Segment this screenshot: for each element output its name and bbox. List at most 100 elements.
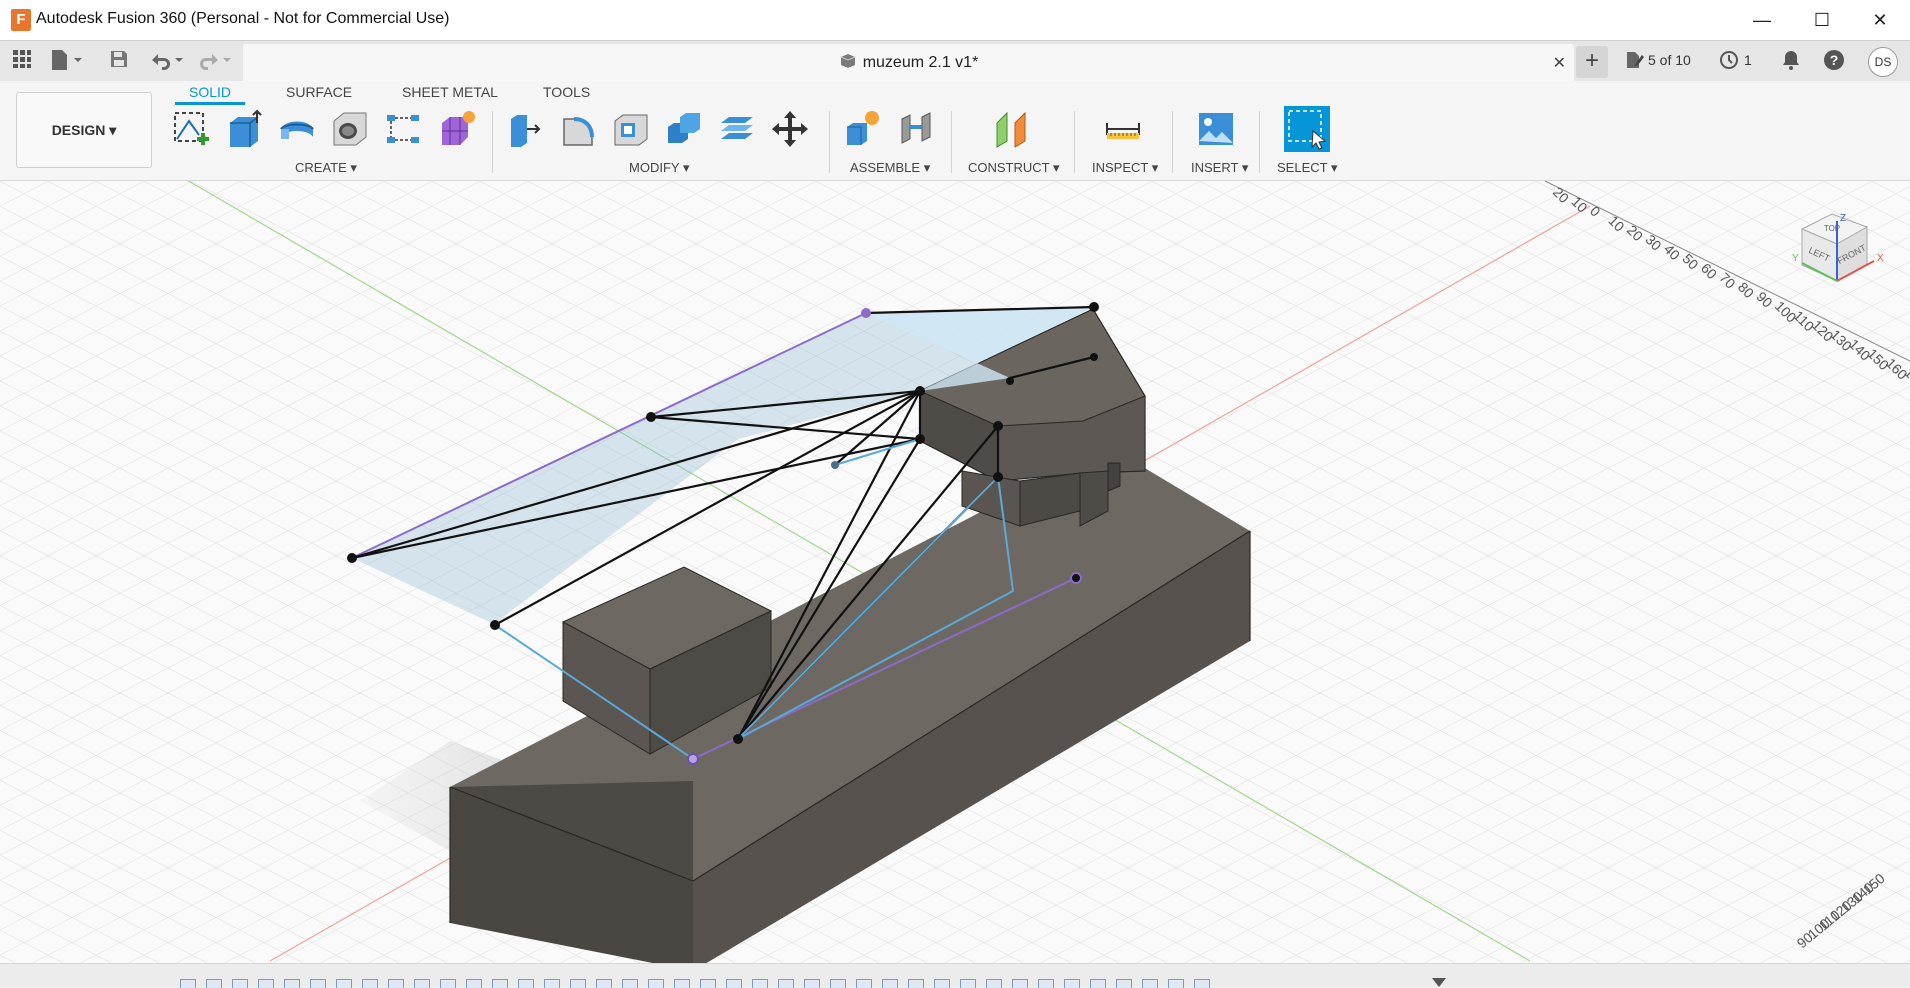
revolve-icon[interactable] (277, 109, 317, 149)
tab-tools[interactable]: TOOLS (543, 84, 590, 100)
svg-text:?: ? (1830, 52, 1839, 68)
timeline-feature-icon[interactable] (1038, 979, 1054, 988)
save-icon[interactable] (108, 49, 130, 73)
timeline-feature-icon[interactable] (570, 979, 586, 988)
insert-group-label[interactable]: INSERT ▾ (1191, 160, 1248, 176)
separator (1172, 111, 1173, 173)
timeline-feature-icon[interactable] (700, 979, 716, 988)
offset-face-icon[interactable] (717, 109, 757, 149)
timeline-feature-icon[interactable] (1064, 979, 1080, 988)
fillet-icon[interactable] (558, 109, 598, 149)
tab-surface[interactable]: SURFACE (286, 84, 352, 100)
title-bar: F Autodesk Fusion 360 (Personal - Not fo… (0, 0, 1910, 40)
assemble-group-label[interactable]: ASSEMBLE ▾ (850, 160, 930, 176)
history-timeline[interactable] (0, 963, 1910, 988)
timeline-feature-icon[interactable] (752, 979, 768, 988)
timeline-feature-icon[interactable] (856, 979, 872, 988)
timeline-feature-icon[interactable] (1142, 979, 1158, 988)
timeline-feature-icon[interactable] (674, 979, 690, 988)
tab-sheet-metal[interactable]: SHEET METAL (402, 84, 498, 100)
timeline-feature-icon[interactable] (388, 979, 404, 988)
timeline-feature-icon[interactable] (492, 979, 508, 988)
select-group-label[interactable]: SELECT ▾ (1277, 160, 1337, 176)
press-pull-icon[interactable] (505, 109, 545, 149)
timeline-feature-icon[interactable] (310, 979, 326, 988)
notifications-bell-icon[interactable] (1780, 49, 1802, 73)
timeline-feature-icon[interactable] (544, 979, 560, 988)
timeline-feature-icon[interactable] (414, 979, 430, 988)
timeline-feature-icon[interactable] (180, 979, 196, 988)
timeline-feature-icon[interactable] (1116, 979, 1132, 988)
new-tab-button[interactable]: + (1576, 46, 1608, 78)
timeline-feature-icon[interactable] (934, 979, 950, 988)
combine-icon[interactable] (664, 109, 704, 149)
move-copy-icon[interactable] (770, 109, 810, 149)
document-title: muzeum 2.1 v1* (243, 53, 1574, 72)
timeline-feature-icon[interactable] (336, 979, 352, 988)
timeline-feature-icon[interactable] (986, 979, 1002, 988)
help-icon[interactable]: ? (1822, 49, 1846, 73)
canvas-scene[interactable]: 2010010203040506070809010011012013014015… (0, 181, 1910, 963)
insert-image-icon[interactable] (1196, 109, 1236, 149)
window-title: Autodesk Fusion 360 (Personal - Not for … (36, 10, 450, 27)
timeline-feature-icon[interactable] (284, 979, 300, 988)
timeline-feature-icon[interactable] (882, 979, 898, 988)
document-tab[interactable]: muzeum 2.1 v1* ✕ (243, 44, 1574, 82)
timeline-feature-icon[interactable] (466, 979, 482, 988)
timeline-feature-icon[interactable] (1194, 979, 1210, 988)
create-group-label[interactable]: CREATE ▾ (295, 160, 357, 176)
hole-icon[interactable] (330, 109, 370, 149)
maximize-button[interactable]: ☐ (1795, 0, 1849, 40)
timeline-feature-icon[interactable] (440, 979, 456, 988)
job-count: 1 (1744, 52, 1752, 68)
timeline-feature-icon[interactable] (258, 979, 274, 988)
timeline-feature-icon[interactable] (778, 979, 794, 988)
extrude-icon[interactable] (224, 109, 264, 149)
inspect-group-label[interactable]: INSPECT ▾ (1092, 160, 1158, 176)
joint-icon[interactable] (896, 109, 936, 149)
construct-group-label[interactable]: CONSTRUCT ▾ (968, 160, 1060, 176)
timeline-feature-icon[interactable] (726, 979, 742, 988)
timeline-feature-icon[interactable] (648, 979, 664, 988)
pattern-icon[interactable] (383, 109, 423, 149)
version-history-icon[interactable] (1624, 49, 1646, 73)
timeline-feature-icon[interactable] (596, 979, 612, 988)
separator (951, 111, 952, 173)
timeline-feature-icon[interactable] (1168, 979, 1184, 988)
timeline-feature-icon[interactable] (960, 979, 976, 988)
ribbon-toolbar: DESIGN ▾ SOLID SURFACE SHEET METAL TOOLS… (0, 81, 1910, 181)
timeline-feature-icon[interactable] (830, 979, 846, 988)
user-avatar[interactable]: DS (1868, 47, 1898, 77)
timeline-feature-icon[interactable] (1090, 979, 1106, 988)
minimize-button[interactable]: — (1735, 0, 1789, 40)
workspace-selector[interactable]: DESIGN ▾ (16, 92, 152, 168)
component-icon (840, 54, 855, 68)
timeline-feature-icon[interactable] (804, 979, 820, 988)
file-menu-icon[interactable] (50, 49, 86, 73)
shell-icon[interactable] (611, 109, 651, 149)
3d-viewport[interactable]: 20 10 0 10 20 30 40 50 60 70 80 90 100 110 120 130 140 15… (0, 181, 1910, 963)
timeline-feature-icon[interactable] (206, 979, 222, 988)
select-tool-icon[interactable] (1283, 105, 1331, 153)
undo-icon[interactable] (148, 49, 186, 73)
close-window-button[interactable]: ✕ (1853, 0, 1907, 40)
timeline-feature-icon[interactable] (1012, 979, 1028, 988)
timeline-feature-icon[interactable] (232, 979, 248, 988)
close-tab-icon[interactable]: ✕ (1553, 53, 1566, 73)
timeline-feature-icon[interactable] (362, 979, 378, 988)
version-counter[interactable]: 5 of 10 (1648, 52, 1691, 68)
timeline-feature-icon[interactable] (908, 979, 924, 988)
create-form-icon[interactable] (436, 109, 476, 149)
new-component-icon[interactable] (843, 109, 883, 149)
modify-group-label[interactable]: MODIFY ▾ (629, 160, 689, 176)
view-cube[interactable]: TOP LEFT FRONT X Y Z (1792, 209, 1892, 299)
timeline-feature-icon[interactable] (518, 979, 534, 988)
redo-icon[interactable] (196, 49, 234, 73)
measure-icon[interactable] (1103, 109, 1143, 149)
job-status-icon[interactable] (1718, 49, 1740, 73)
offset-plane-icon[interactable] (993, 109, 1033, 149)
app-grid-icon[interactable] (10, 49, 34, 73)
tab-solid[interactable]: SOLID (175, 84, 246, 105)
timeline-feature-icon[interactable] (622, 979, 638, 988)
create-sketch-icon[interactable] (171, 109, 211, 149)
